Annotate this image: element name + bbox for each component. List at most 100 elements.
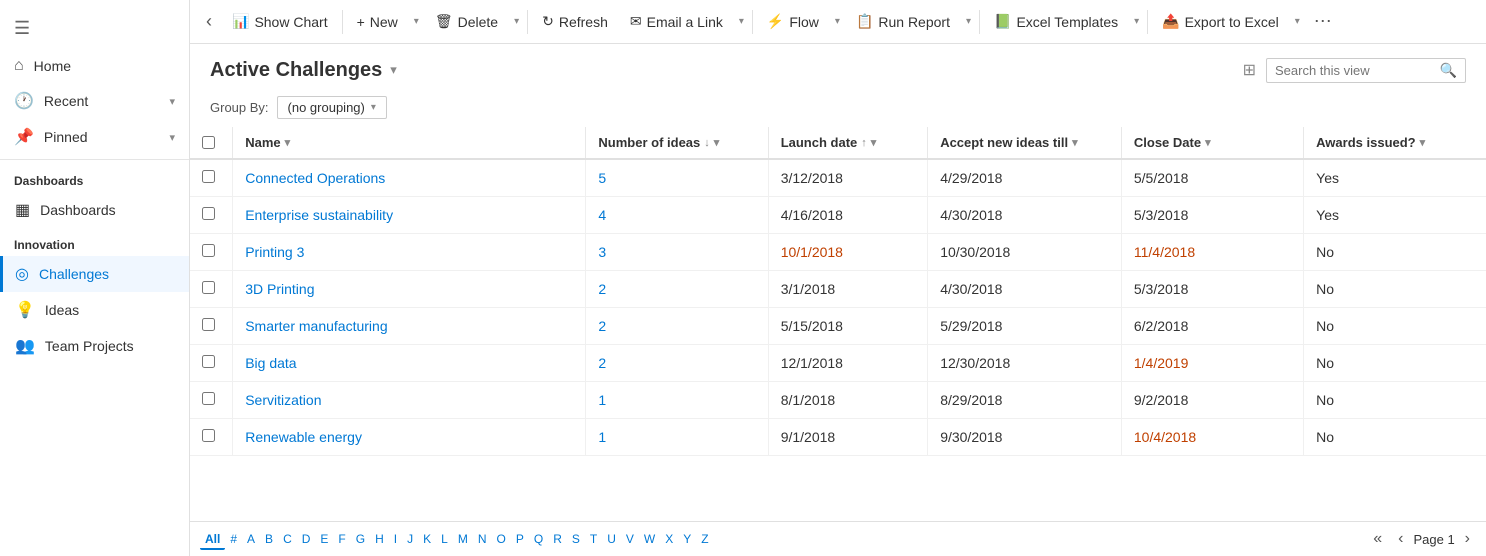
row-checkbox[interactable]	[202, 429, 215, 442]
page-title-chevron-icon[interactable]: ▾	[390, 62, 397, 78]
row-checkbox[interactable]	[202, 355, 215, 368]
next-page-button[interactable]: ›	[1459, 528, 1476, 550]
alpha-char-h[interactable]: H	[370, 530, 389, 548]
row-checkbox[interactable]	[202, 392, 215, 405]
more-options-icon[interactable]: ⋯	[1306, 7, 1340, 36]
alpha-char-i[interactable]: I	[389, 530, 402, 548]
alpha-char-d[interactable]: D	[297, 530, 316, 548]
show-chart-button[interactable]: 📊 Show Chart	[222, 7, 338, 36]
new-dropdown-chevron[interactable]: ▾	[410, 10, 423, 33]
alpha-char-r[interactable]: R	[548, 530, 567, 548]
export-excel-button[interactable]: 📤 Export to Excel	[1152, 7, 1289, 36]
row-name[interactable]: Smarter manufacturing	[233, 308, 586, 345]
th-checkbox[interactable]	[190, 127, 233, 159]
filter-icon[interactable]: ⊞	[1239, 56, 1260, 84]
alpha-char-p[interactable]: P	[511, 530, 529, 548]
export-dropdown-chevron[interactable]: ▾	[1291, 10, 1304, 33]
prev-page-button[interactable]: ‹	[1392, 528, 1409, 550]
new-button[interactable]: + New	[347, 8, 408, 36]
alpha-char-l[interactable]: L	[436, 530, 453, 548]
alpha-char-e[interactable]: E	[315, 530, 333, 548]
alpha-char-#[interactable]: #	[225, 530, 242, 548]
alpha-char-j[interactable]: J	[402, 530, 418, 548]
row-name[interactable]: Enterprise sustainability	[233, 197, 586, 234]
row-checkbox[interactable]	[202, 207, 215, 220]
row-checkbox-cell[interactable]	[190, 308, 233, 345]
launch-sort-icon[interactable]: ↑	[861, 137, 867, 149]
search-input[interactable]	[1275, 63, 1440, 78]
alpha-char-k[interactable]: K	[418, 530, 436, 548]
sidebar-item-home[interactable]: ⌂ Home	[0, 49, 189, 83]
close-filter-icon[interactable]: ▾	[1205, 136, 1211, 149]
th-awards-label: Awards issued?	[1316, 135, 1415, 150]
alpha-char-v[interactable]: V	[621, 530, 639, 548]
alpha-char-u[interactable]: U	[602, 530, 621, 548]
launch-filter-icon[interactable]: ▾	[871, 136, 877, 149]
row-checkbox[interactable]	[202, 281, 215, 294]
flow-button[interactable]: ⚡ Flow	[757, 7, 829, 36]
row-checkbox-cell[interactable]	[190, 345, 233, 382]
row-checkbox[interactable]	[202, 170, 215, 183]
search-box[interactable]: 🔍	[1266, 58, 1466, 83]
alpha-char-t[interactable]: T	[585, 530, 602, 548]
challenges-icon: ◎	[15, 264, 29, 284]
alpha-char-b[interactable]: B	[260, 530, 278, 548]
row-checkbox-cell[interactable]	[190, 382, 233, 419]
excel-templates-dropdown-chevron[interactable]: ▾	[1130, 10, 1143, 33]
row-checkbox-cell[interactable]	[190, 234, 233, 271]
alpha-char-c[interactable]: C	[278, 530, 297, 548]
alpha-char-f[interactable]: F	[333, 530, 350, 548]
hamburger-icon[interactable]: ☰	[0, 8, 189, 49]
ideas-sort-icon[interactable]: ↓	[704, 137, 710, 149]
row-name[interactable]: Connected Operations	[233, 159, 586, 197]
row-checkbox[interactable]	[202, 318, 215, 331]
alpha-char-y[interactable]: Y	[678, 530, 696, 548]
alpha-char-o[interactable]: O	[492, 530, 511, 548]
select-all-checkbox[interactable]	[202, 136, 215, 149]
alpha-char-g[interactable]: G	[351, 530, 370, 548]
sidebar-item-pinned-label: Pinned	[44, 129, 88, 145]
row-name[interactable]: Renewable energy	[233, 419, 586, 456]
sidebar-item-dashboards[interactable]: ▦ Dashboards	[0, 192, 189, 228]
group-by-selector[interactable]: (no grouping) ▾	[277, 96, 387, 119]
awards-filter-icon[interactable]: ▾	[1420, 136, 1426, 149]
sidebar-item-team-projects[interactable]: 👥 Team Projects	[0, 328, 189, 364]
sidebar-item-ideas[interactable]: 💡 Ideas	[0, 292, 189, 328]
row-name[interactable]: 3D Printing	[233, 271, 586, 308]
alpha-char-m[interactable]: M	[453, 530, 473, 548]
alpha-char-w[interactable]: W	[639, 530, 660, 548]
row-checkbox[interactable]	[202, 244, 215, 257]
delete-dropdown-chevron[interactable]: ▾	[510, 10, 523, 33]
flow-dropdown-chevron[interactable]: ▾	[831, 10, 844, 33]
email-dropdown-chevron[interactable]: ▾	[735, 10, 748, 33]
refresh-button[interactable]: ↻ Refresh	[532, 7, 618, 36]
alpha-char-n[interactable]: N	[473, 530, 492, 548]
excel-templates-button[interactable]: 📗 Excel Templates	[984, 7, 1128, 36]
ideas-filter-icon[interactable]: ▾	[714, 136, 720, 149]
row-name[interactable]: Servitization	[233, 382, 586, 419]
back-button[interactable]: ‹	[198, 7, 220, 36]
alpha-char-all[interactable]: All	[200, 530, 225, 550]
run-report-dropdown-chevron[interactable]: ▾	[962, 10, 975, 33]
run-report-button[interactable]: 📋 Run Report	[846, 7, 960, 36]
alpha-char-q[interactable]: Q	[529, 530, 548, 548]
row-name[interactable]: Printing 3	[233, 234, 586, 271]
row-checkbox-cell[interactable]	[190, 419, 233, 456]
delete-button[interactable]: 🗑 Delete	[425, 7, 508, 36]
alpha-char-s[interactable]: S	[567, 530, 585, 548]
alpha-char-z[interactable]: Z	[696, 530, 713, 548]
accept-filter-icon[interactable]: ▾	[1072, 136, 1078, 149]
email-link-button[interactable]: ✉ Email a Link	[620, 7, 733, 36]
row-checkbox-cell[interactable]	[190, 159, 233, 197]
row-name[interactable]: Big data	[233, 345, 586, 382]
sidebar-item-challenges[interactable]: ◎ Challenges	[0, 256, 189, 292]
sidebar-item-recent[interactable]: 🕐 Recent ▾	[0, 83, 189, 119]
row-checkbox-cell[interactable]	[190, 271, 233, 308]
first-page-button[interactable]: «	[1367, 528, 1388, 550]
row-checkbox-cell[interactable]	[190, 197, 233, 234]
alpha-char-x[interactable]: X	[660, 530, 678, 548]
alpha-char-a[interactable]: A	[242, 530, 260, 548]
sidebar-item-pinned[interactable]: 📌 Pinned ▾	[0, 119, 189, 155]
name-sort-icon[interactable]: ▾	[285, 136, 291, 149]
search-icon[interactable]: 🔍	[1440, 62, 1457, 79]
